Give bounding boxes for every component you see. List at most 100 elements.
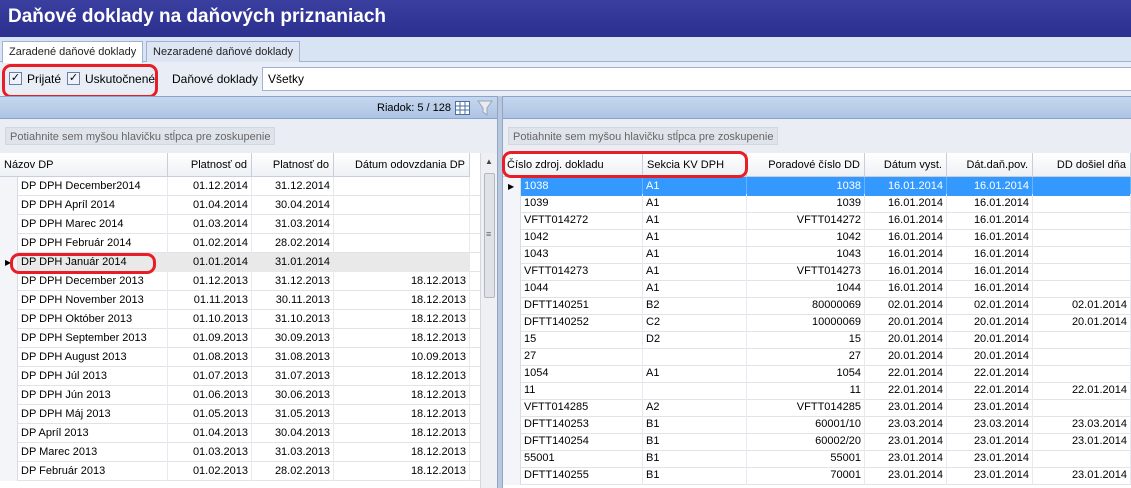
- table-cell[interactable]: [334, 215, 470, 234]
- table-cell[interactable]: 01.07.2013: [168, 367, 252, 386]
- table-cell[interactable]: 18.12.2013: [334, 405, 470, 424]
- table-cell[interactable]: 01.03.2013: [168, 443, 252, 462]
- table-cell[interactable]: B1: [643, 466, 747, 485]
- table-cell[interactable]: 01.02.2013: [168, 462, 252, 481]
- table-row[interactable]: DP DPH Júl 2013 01.07.2013 31.07.2013 18.12…: [0, 367, 480, 386]
- table-cell[interactable]: 01.12.2013: [168, 272, 252, 291]
- table-cell[interactable]: DP DPH December 2013: [18, 272, 168, 291]
- table-cell[interactable]: 31.07.2013: [252, 367, 334, 386]
- table-cell[interactable]: 01.05.2013: [168, 405, 252, 424]
- row-indicator[interactable]: [0, 443, 18, 462]
- table-cell[interactable]: DFTT140255: [521, 466, 643, 485]
- table-cell[interactable]: DP DPH Jún 2013: [18, 386, 168, 405]
- table-cell[interactable]: 18.12.2013: [334, 462, 470, 481]
- table-cell[interactable]: 23.01.2014: [865, 466, 947, 485]
- table-cell[interactable]: 01.04.2013: [168, 424, 252, 443]
- row-indicator[interactable]: [0, 310, 18, 329]
- scroll-up-icon[interactable]: ▲: [485, 157, 493, 166]
- table-cell[interactable]: 31.10.2013: [252, 310, 334, 329]
- table-cell[interactable]: 31.05.2013: [252, 405, 334, 424]
- table-cell[interactable]: 31.03.2014: [252, 215, 334, 234]
- table-cell[interactable]: DP DPH Február 2014: [18, 234, 168, 253]
- table-cell[interactable]: DP DPH Máj 2013: [18, 405, 168, 424]
- row-indicator[interactable]: [0, 386, 18, 405]
- row-indicator[interactable]: [0, 196, 18, 215]
- table-cell[interactable]: DP DPH September 2013: [18, 329, 168, 348]
- table-row[interactable]: DP Marec 2013 01.03.2013 31.03.2013 18.12.2…: [0, 443, 480, 462]
- table-cell[interactable]: 01.08.2013: [168, 348, 252, 367]
- table-row[interactable]: DP DPH November 2013 01.11.2013 30.11.2013…: [0, 291, 480, 310]
- table-row[interactable]: DP DPH Máj 2013 01.05.2013 31.05.2013 18.12…: [0, 405, 480, 424]
- col-nazov-dp[interactable]: Názov DP: [0, 153, 168, 177]
- table-cell[interactable]: 01.01.2014: [168, 253, 252, 272]
- right-group-area[interactable]: Potiahnite sem myšou hlavičku stĺpca pre…: [503, 119, 1131, 153]
- table-cell[interactable]: DP DPH December2014: [18, 177, 168, 196]
- table-cell[interactable]: 30.11.2013: [252, 291, 334, 310]
- row-indicator[interactable]: [503, 466, 521, 485]
- table-cell[interactable]: DP DPH August 2013: [18, 348, 168, 367]
- table-cell[interactable]: 18.12.2013: [334, 386, 470, 405]
- tab-zaradene[interactable]: Zaradené daňové doklady: [2, 41, 144, 63]
- table-cell[interactable]: DP DPH Marec 2014: [18, 215, 168, 234]
- table-cell[interactable]: [334, 234, 470, 253]
- row-indicator[interactable]: [0, 462, 18, 481]
- col-dd-dosiel-dna[interactable]: DD došiel dňa: [1033, 153, 1131, 177]
- table-cell[interactable]: DP DPH Apríl 2014: [18, 196, 168, 215]
- table-row[interactable]: DP DPH Jún 2013 01.06.2013 30.06.2013 18.12…: [0, 386, 480, 405]
- left-vertical-scrollbar[interactable]: ▲ ≡: [480, 153, 497, 488]
- table-cell[interactable]: 23.01.2014: [1033, 466, 1131, 485]
- table-cell[interactable]: 31.12.2013: [252, 272, 334, 291]
- table-cell[interactable]: 01.12.2014: [168, 177, 252, 196]
- table-cell[interactable]: 23.01.2014: [947, 466, 1033, 485]
- table-cell[interactable]: DP Február 2013: [18, 462, 168, 481]
- table-row[interactable]: DP DPH Apríl 2014 01.04.2014 30.04.2014: [0, 196, 480, 215]
- left-group-area[interactable]: Potiahnite sem myšou hlavičku stĺpca pre…: [0, 119, 497, 153]
- table-cell[interactable]: 30.06.2013: [252, 386, 334, 405]
- table-cell[interactable]: 30.04.2013: [252, 424, 334, 443]
- table-row[interactable]: DP DPH Február 2014 01.02.2014 28.02.2014: [0, 234, 480, 253]
- table-cell[interactable]: 18.12.2013: [334, 310, 470, 329]
- table-cell[interactable]: DP Apríl 2013: [18, 424, 168, 443]
- table-cell[interactable]: 01.11.2013: [168, 291, 252, 310]
- col-datum-odovzdania[interactable]: Dátum odovzdania DP: [334, 153, 470, 177]
- table-cell[interactable]: 01.02.2014: [168, 234, 252, 253]
- row-indicator[interactable]: [0, 234, 18, 253]
- col-platnost-do[interactable]: Platnosť do: [252, 153, 334, 177]
- table-cell[interactable]: 18.12.2013: [334, 367, 470, 386]
- table-cell[interactable]: 18.12.2013: [334, 329, 470, 348]
- scroll-thumb[interactable]: ≡: [484, 173, 495, 298]
- table-cell[interactable]: [334, 253, 470, 272]
- col-dat-dan-pov[interactable]: Dát.daň.pov.: [947, 153, 1033, 177]
- table-cell[interactable]: 01.06.2013: [168, 386, 252, 405]
- table-cell[interactable]: DP DPH Október 2013: [18, 310, 168, 329]
- grid-settings-icon[interactable]: [455, 101, 470, 115]
- row-indicator[interactable]: [0, 329, 18, 348]
- table-row[interactable]: DP DPH Október 2013 01.10.2013 31.10.2013 1…: [0, 310, 480, 329]
- row-indicator[interactable]: [0, 367, 18, 386]
- table-cell[interactable]: 01.09.2013: [168, 329, 252, 348]
- tab-nezaradene[interactable]: Nezaradené daňové doklady: [146, 41, 301, 62]
- table-cell[interactable]: 01.04.2014: [168, 196, 252, 215]
- table-cell[interactable]: [334, 196, 470, 215]
- row-indicator[interactable]: [0, 177, 18, 196]
- row-indicator[interactable]: [0, 405, 18, 424]
- row-indicator[interactable]: [0, 348, 18, 367]
- table-cell[interactable]: 30.09.2013: [252, 329, 334, 348]
- table-cell[interactable]: 10.09.2013: [334, 348, 470, 367]
- table-cell[interactable]: 70001: [747, 466, 865, 485]
- danove-doklady-select[interactable]: Všetky: [262, 67, 1131, 91]
- table-cell[interactable]: 31.03.2013: [252, 443, 334, 462]
- table-cell[interactable]: [334, 177, 470, 196]
- row-indicator[interactable]: [0, 272, 18, 291]
- table-cell[interactable]: 28.02.2013: [252, 462, 334, 481]
- col-datum-vyst[interactable]: Dátum vyst.: [865, 153, 947, 177]
- filter-icon[interactable]: [477, 100, 493, 116]
- table-cell[interactable]: 30.04.2014: [252, 196, 334, 215]
- table-cell[interactable]: DP DPH November 2013: [18, 291, 168, 310]
- table-row[interactable]: DP DPH December2014 01.12.2014 31.12.2014: [0, 177, 480, 196]
- table-row[interactable]: DP DPH December 2013 01.12.2013 31.12.2013…: [0, 272, 480, 291]
- table-cell[interactable]: 18.12.2013: [334, 424, 470, 443]
- table-cell[interactable]: 18.12.2013: [334, 291, 470, 310]
- row-indicator[interactable]: [0, 215, 18, 234]
- table-row[interactable]: DP DPH August 2013 01.08.2013 31.08.2013 10…: [0, 348, 480, 367]
